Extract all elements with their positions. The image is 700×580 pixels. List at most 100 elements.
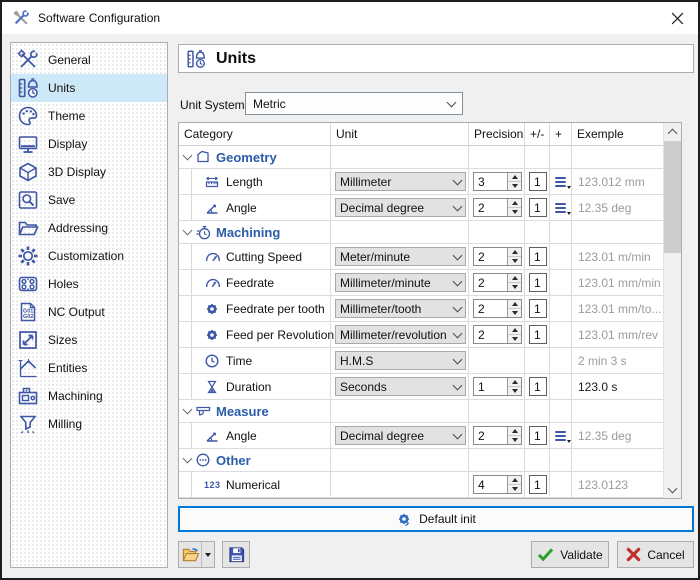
header-category: Category — [179, 123, 331, 145]
unit-select[interactable]: H.M.S — [335, 351, 466, 370]
table-row-length[interactable]: Length Millimeter 3 1 123.012 mm — [179, 169, 664, 195]
precision-stepper[interactable]: 2 — [473, 273, 522, 292]
sidebar-item-nc-output[interactable]: G01 G02 NC Output — [11, 298, 167, 326]
sidebar-item-3d-display[interactable]: 3D Display — [11, 158, 167, 186]
spin-up-button[interactable] — [508, 300, 521, 309]
open-dropdown-arrow[interactable] — [201, 542, 214, 567]
sidebar-item-display[interactable]: Display — [11, 130, 167, 158]
spin-up-button[interactable] — [508, 326, 521, 335]
sidebar-item-customization[interactable]: Customization — [11, 242, 167, 270]
close-icon[interactable] — [668, 10, 686, 26]
spin-up-button[interactable] — [508, 427, 521, 436]
tolerance-field[interactable]: 1 — [529, 426, 547, 445]
sidebar-item-label: Sizes — [48, 333, 77, 347]
precision-stepper[interactable]: 2 — [473, 247, 522, 266]
length-ruler-icon — [204, 174, 220, 190]
chevron-down-icon — [453, 276, 463, 286]
sidebar-item-theme[interactable]: Theme — [11, 102, 167, 130]
collapse-chevron-icon[interactable] — [183, 151, 193, 161]
spin-down-button[interactable] — [508, 436, 521, 444]
sidebar-item-machining[interactable]: Machining — [11, 382, 167, 410]
scroll-down-button[interactable] — [664, 481, 681, 498]
cancel-button[interactable]: Cancel — [617, 541, 694, 568]
validate-button[interactable]: Validate — [531, 541, 609, 568]
tolerance-field[interactable]: 1 — [529, 247, 547, 266]
format-options-button[interactable] — [555, 177, 566, 187]
spin-up-button[interactable] — [508, 248, 521, 257]
table-row-duration[interactable]: Duration Seconds 1 1 123.0 s — [179, 374, 664, 400]
save-config-button[interactable] — [222, 541, 250, 568]
spin-down-button[interactable] — [508, 387, 521, 395]
precision-stepper[interactable]: 4 — [473, 475, 522, 494]
collapse-chevron-icon[interactable] — [183, 405, 193, 415]
window-title: Software Configuration — [38, 11, 160, 25]
precision-stepper[interactable]: 1 — [473, 377, 522, 396]
spin-down-button[interactable] — [508, 485, 521, 493]
table-row-feedrate[interactable]: Feedrate Millimeter/minute 2 1 123.01 mm… — [179, 270, 664, 296]
spin-down-button[interactable] — [508, 335, 521, 343]
precision-stepper[interactable]: 2 — [473, 299, 522, 318]
spin-down-button[interactable] — [508, 182, 521, 190]
unit-select[interactable]: Millimeter/minute — [335, 273, 466, 292]
format-options-button[interactable] — [555, 203, 566, 213]
table-row-cutting-speed[interactable]: Cutting Speed Meter/minute 2 1 123.01 m/… — [179, 244, 664, 270]
precision-stepper[interactable]: 2 — [473, 426, 522, 445]
tolerance-field[interactable]: 1 — [529, 377, 547, 396]
spin-up-button[interactable] — [508, 173, 521, 182]
spin-up-button[interactable] — [508, 274, 521, 283]
sidebar-item-holes[interactable]: Holes — [11, 270, 167, 298]
sidebar-item-milling[interactable]: Milling — [11, 410, 167, 438]
scroll-up-button[interactable] — [664, 123, 681, 140]
spin-down-button[interactable] — [508, 309, 521, 317]
collapse-chevron-icon[interactable] — [183, 226, 193, 236]
sidebar-item-entities[interactable]: Entities — [11, 354, 167, 382]
group-row-machining[interactable]: Machining — [179, 221, 664, 244]
sidebar-item-sizes[interactable]: Sizes — [11, 326, 167, 354]
precision-stepper[interactable]: 2 — [473, 325, 522, 344]
unit-select[interactable]: Millimeter/tooth — [335, 299, 466, 318]
tolerance-field[interactable]: 1 — [529, 273, 547, 292]
sidebar-item-addressing[interactable]: Addressing — [11, 214, 167, 242]
open-folder-icon[interactable] — [179, 542, 201, 567]
open-config-split-button[interactable] — [178, 541, 215, 568]
vertical-scrollbar[interactable] — [663, 123, 681, 498]
unit-system-select[interactable]: Metric — [245, 92, 463, 115]
table-row-angle-geometry[interactable]: Angle Decimal degree 2 1 12.35 deg — [179, 195, 664, 221]
group-row-other[interactable]: Other — [179, 449, 664, 472]
tolerance-field[interactable]: 1 — [529, 475, 547, 494]
spin-up-button[interactable] — [508, 199, 521, 208]
group-row-measure[interactable]: Measure — [179, 400, 664, 423]
table-row-feed-per-revolution[interactable]: Feed per Revolution Millimeter/revolutio… — [179, 322, 664, 348]
collapse-chevron-icon[interactable] — [183, 454, 193, 464]
spin-down-button[interactable] — [508, 257, 521, 265]
spin-down-button[interactable] — [508, 208, 521, 216]
tolerance-field[interactable]: 1 — [529, 198, 547, 217]
tolerance-field[interactable]: 1 — [529, 325, 547, 344]
sidebar-item-units[interactable]: Units — [11, 74, 167, 102]
table-row-time[interactable]: Time H.M.S 2 min 3 s — [179, 348, 664, 374]
sidebar-item-general[interactable]: General — [11, 46, 167, 74]
unit-select[interactable]: Seconds — [335, 377, 466, 396]
tolerance-field[interactable]: 1 — [529, 299, 547, 318]
format-options-button[interactable] — [555, 431, 566, 441]
sidebar-item-label: 3D Display — [48, 165, 106, 179]
table-row-feedrate-per-tooth[interactable]: Feedrate per tooth Millimeter/tooth 2 1 … — [179, 296, 664, 322]
chevron-down-icon — [453, 328, 463, 338]
spin-down-button[interactable] — [508, 283, 521, 291]
table-row-angle-measure[interactable]: Angle Decimal degree 2 1 12.35 deg — [179, 423, 664, 449]
table-row-numerical[interactable]: 123 Numerical 4 1 123.0123 — [179, 472, 664, 498]
unit-select[interactable]: Millimeter/revolution — [335, 325, 466, 344]
group-row-geometry[interactable]: Geometry — [179, 146, 664, 169]
scrollbar-thumb[interactable] — [664, 141, 681, 253]
precision-stepper[interactable]: 2 — [473, 198, 522, 217]
default-init-button[interactable]: Default init — [178, 506, 694, 532]
sidebar-item-save[interactable]: Save — [11, 186, 167, 214]
unit-select[interactable]: Decimal degree — [335, 426, 466, 445]
tolerance-field[interactable]: 1 — [529, 172, 547, 191]
precision-stepper[interactable]: 3 — [473, 172, 522, 191]
spin-up-button[interactable] — [508, 378, 521, 387]
unit-select[interactable]: Millimeter — [335, 172, 466, 191]
unit-select[interactable]: Meter/minute — [335, 247, 466, 266]
spin-up-button[interactable] — [508, 476, 521, 485]
unit-select[interactable]: Decimal degree — [335, 198, 466, 217]
